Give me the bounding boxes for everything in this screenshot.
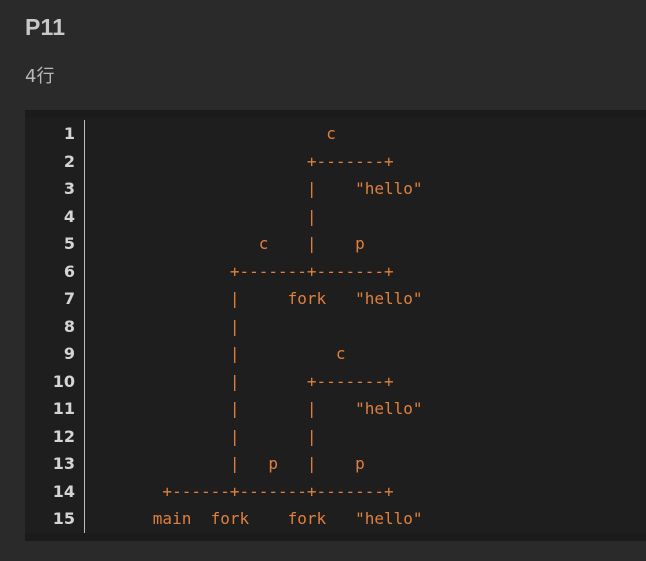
code-line: | c: [95, 344, 346, 363]
code-line: +------+-------+-------+: [95, 481, 394, 501]
line-number: 2: [63, 151, 75, 171]
line-number: 12: [52, 426, 75, 446]
line-number: 8: [63, 316, 75, 336]
page-title: P11: [25, 14, 66, 40]
line-number: 10: [52, 371, 75, 391]
code-block[interactable]: 1 2 3 4 5 6 7 8 9 10 11 12 13 14 15 c +-…: [25, 110, 646, 541]
line-number-gutter: 1 2 3 4 5 6 7 8 9 10 11 12 13 14 15: [25, 120, 75, 533]
line-number: 3: [63, 179, 75, 198]
gutter-divider: [84, 120, 85, 533]
line-number: 13: [52, 454, 75, 473]
code-line: | p | p: [95, 454, 365, 473]
code-content[interactable]: c +-------+ | "hello" | c | p +-------+-…: [95, 120, 423, 533]
line-number: 7: [63, 289, 75, 308]
code-line: c: [95, 124, 336, 143]
line-number: 11: [52, 399, 75, 418]
code-line: |: [95, 316, 240, 336]
line-number: 15: [52, 509, 75, 528]
page: P11 4行 1 2 3 4 5 6 7 8 9 10 11 12 13 14 …: [0, 0, 646, 561]
code-line: +-------+: [95, 151, 394, 171]
line-number: 14: [52, 481, 75, 501]
code-line: main fork fork "hello": [95, 509, 423, 528]
code-line: +-------+-------+: [95, 261, 394, 281]
code-line: | |: [95, 426, 317, 446]
line-number: 4: [63, 206, 75, 226]
line-number: 5: [63, 234, 75, 253]
code-line: | fork "hello": [95, 289, 423, 308]
code-block-top-bar: [25, 110, 646, 118]
code-line: c | p: [95, 234, 365, 253]
code-line: | +-------+: [95, 371, 394, 391]
line-number: 9: [63, 344, 75, 363]
code-line: |: [95, 206, 317, 226]
code-block-bottom-bar: [25, 533, 646, 541]
code-line: | "hello": [95, 179, 423, 198]
line-number: 6: [63, 261, 75, 281]
line-count-label: 4行: [25, 66, 55, 87]
code-line: | | "hello": [95, 399, 423, 418]
line-number: 1: [63, 124, 75, 143]
